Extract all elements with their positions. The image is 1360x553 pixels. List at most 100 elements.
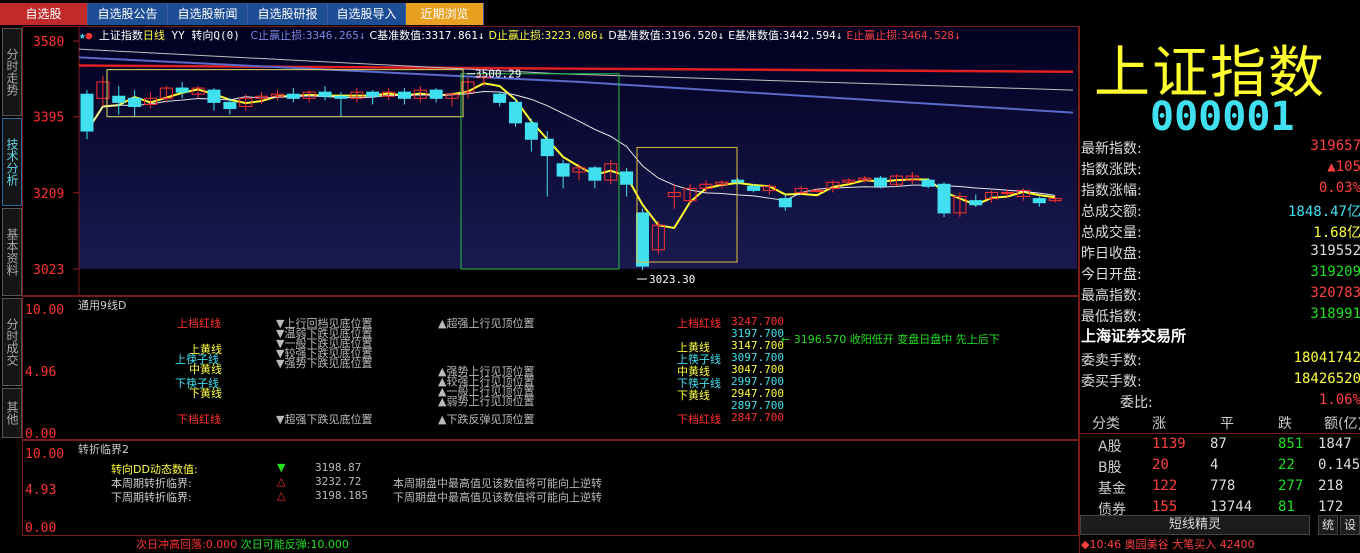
header-item-value: 3442.594↓ (782, 29, 843, 42)
header-item-label: D止赢止损: (488, 29, 545, 42)
quote-row: 总成交额: 1848.47亿 (1080, 199, 1360, 220)
quote-row-value: 319209 (1310, 264, 1360, 280)
candle-body (810, 189, 824, 192)
table-cell-category: B股 (1098, 460, 1122, 476)
quote-row-label: 最新指数: (1081, 141, 1142, 157)
quote-row: 委比: 1.06% (1080, 390, 1360, 411)
sidetab-other[interactable]: 其他 (2, 388, 22, 438)
sidetab-profile[interactable]: 基本资料 (2, 208, 22, 296)
chart-period[interactable]: 日线 (143, 29, 165, 42)
rebound-up-label: 次日可能反弹: (240, 538, 311, 551)
candle-body (286, 93, 300, 99)
price-chart[interactable]: 3580 3395 3209 3023 3500.29 3023.30 (23, 27, 1078, 295)
pane-title: 通用9线D (78, 299, 127, 312)
stats-button[interactable]: 统 (1318, 515, 1338, 535)
axis-label: 10.00 (25, 447, 65, 462)
pane-title: 转折临界2 (78, 443, 129, 456)
candle-body (524, 122, 538, 140)
top-position-label: ▲弱势上行见顶位置 (438, 395, 535, 408)
quote-row: 指数涨跌: ▲105 (1080, 157, 1360, 178)
settings-dot-icon[interactable]: ● (86, 29, 93, 42)
quote-row: 今日开盘: 319209 (1080, 262, 1360, 283)
price-axis-label: 3209 (33, 187, 64, 202)
forecast-note: ← 3196.570 收阳低开 变盘日盘中 先上后下 (781, 333, 1000, 346)
sidetab-technical[interactable]: 技术分析 (2, 118, 22, 206)
top-position-label: ▲下跌反弹见顶位置 (438, 413, 535, 426)
ticker-item[interactable]: ◆10:46 奥园美谷 大笔买入 42400 (1081, 536, 1255, 552)
candle-body (937, 183, 951, 214)
table-cell-down: 81 (1278, 499, 1295, 515)
settings-button[interactable]: 设 (1340, 515, 1360, 535)
candle-body (1032, 198, 1046, 204)
header-indicator-item: C基准数值:3317.861↓ (369, 29, 484, 42)
quote-row-value: ▲105 (1327, 159, 1360, 175)
tab-watchlist[interactable]: 自选股 (0, 3, 88, 25)
candle-body (318, 91, 332, 97)
table-header: 额(亿) (1324, 416, 1360, 432)
candle-body (1001, 191, 1015, 194)
table-cell-flat: 778 (1210, 478, 1236, 494)
tab-watchlist-news[interactable]: 自选股新闻 (168, 3, 248, 25)
up-triangle-icon: △ (277, 489, 286, 502)
candle-body (334, 95, 348, 99)
quote-row: 指数涨幅: 0.03% (1080, 178, 1360, 199)
rebound-down-label: 次日冲高回落: (136, 538, 206, 551)
exchange-name: 上海证券交易所 (1081, 327, 1187, 345)
candle-body (921, 179, 935, 187)
bottom-position-label: ▼超强下跌见底位置 (276, 413, 373, 426)
candle-body (112, 95, 126, 103)
candle-body (429, 89, 443, 99)
quote-row-label: 委买手数: (1081, 374, 1142, 390)
high-price-mark: 3500.29 (475, 68, 521, 81)
header-indicator-item: C止赢止损:3346.265↓ (250, 29, 365, 42)
sidetab-intraday[interactable]: 分时走势 (2, 28, 22, 116)
table-header: 跌 (1278, 416, 1292, 432)
short-line-wizard-button[interactable]: 短线精灵 (1080, 515, 1310, 535)
table-cell-amount: 172 (1318, 499, 1344, 515)
table-cell-up: 122 (1152, 478, 1178, 494)
header-item-value: 3223.086↓ (544, 29, 605, 42)
header-item-value: 3317.861↓ (424, 29, 485, 42)
quote-row-label: 总成交量: (1081, 225, 1142, 241)
down-triangle-icon: ▼ (277, 461, 286, 474)
candle-body (620, 171, 634, 185)
candle-body (493, 93, 507, 103)
header-item-label: C基准数值: (369, 29, 425, 42)
quote-row-label: 今日开盘: (1081, 267, 1142, 283)
candle-body (969, 200, 983, 206)
header-item-label: D基准数值: (608, 29, 665, 42)
tab-watchlist-research[interactable]: 自选股研报 (248, 3, 328, 25)
tab-watchlist-import[interactable]: 自选股导入 (328, 3, 406, 25)
quote-row-label: 总成交额: (1081, 204, 1142, 220)
quote-row-value: 318991 (1310, 306, 1360, 322)
table-cell-category: A股 (1098, 439, 1122, 455)
quote-row-value: 319552 (1310, 243, 1360, 259)
candle-body (635, 212, 649, 267)
table-cell-amount: 1847 (1318, 436, 1352, 452)
quote-row-value: 1.68亿 (1313, 225, 1360, 241)
star-icon[interactable]: ★ (79, 29, 86, 42)
quote-row-label: 委卖手数: (1081, 353, 1142, 369)
table-cell-down: 851 (1278, 436, 1304, 452)
price-axis-label: 3395 (33, 111, 64, 126)
header-indicator-item: D基准数值:3196.520↓ (608, 29, 724, 42)
tab-watchlist-announcements[interactable]: 自选股公告 (88, 3, 168, 25)
quote-row: 最低指数: 318991 (1080, 304, 1360, 325)
table-cell-amount: 218 (1318, 478, 1344, 494)
header-indicator-item: D止赢止损:3223.086↓ (488, 29, 604, 42)
tab-recent-browse[interactable]: 近期浏览 (406, 3, 484, 25)
turning-description: 下周期盘中最高值见该数值将可能向上逆转 (393, 491, 602, 504)
quote-row-value: 1.06% (1318, 392, 1360, 408)
price-axis-label: 3580 (33, 35, 64, 50)
chart-indicator[interactable]: YY 转向Q(0) (172, 29, 240, 42)
header-indicator-item: E止赢止损:3464.528↓ (846, 29, 960, 42)
quote-row: 总成交量: 1.68亿 (1080, 220, 1360, 241)
level-label-left: 上档红线 (177, 317, 221, 330)
quote-code: 000001 (1150, 94, 1295, 140)
candle-body (175, 87, 189, 93)
candle-body (588, 167, 602, 181)
table-cell-up: 20 (1152, 457, 1169, 473)
rebound-up-value: 10.000 (310, 538, 349, 551)
sidetab-ticks[interactable]: 分时成交 (2, 298, 22, 386)
level-label-right: 下档红线 (677, 413, 721, 426)
